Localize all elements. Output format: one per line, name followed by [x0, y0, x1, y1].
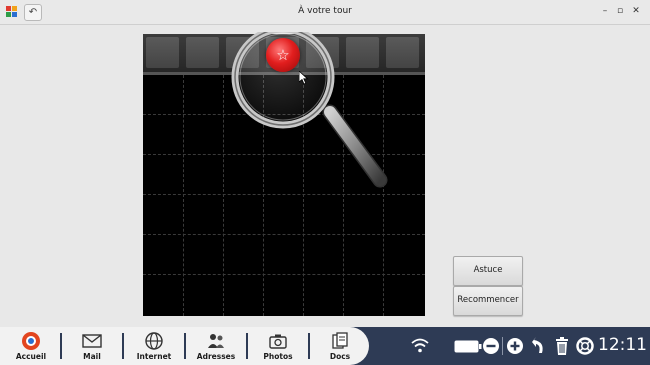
- dock-item-internet[interactable]: Internet: [130, 327, 178, 365]
- dock-label: Photos: [263, 352, 293, 361]
- dock-label: Accueil: [15, 352, 47, 361]
- dock-label: Adresses: [196, 352, 236, 361]
- dock-item-mail[interactable]: Mail: [68, 327, 116, 365]
- trash-icon[interactable]: [554, 336, 570, 356]
- wifi-icon[interactable]: [410, 338, 430, 354]
- dock-separator: [184, 333, 186, 359]
- tray-slot[interactable]: [146, 37, 179, 68]
- dock-separator: [308, 333, 310, 359]
- close-button[interactable]: ✕: [627, 0, 645, 24]
- dock-label: Internet: [136, 352, 172, 361]
- magnifier-icon: [231, 32, 388, 188]
- tray-separator: [502, 337, 503, 355]
- dock-label: Mail: [83, 352, 101, 361]
- dock-item-photos[interactable]: Photos: [254, 327, 302, 365]
- contacts-icon: [208, 334, 224, 348]
- dock-separator: [122, 333, 124, 359]
- restart-button[interactable]: Recommencer: [453, 286, 523, 316]
- documents-icon: [332, 332, 348, 349]
- cursor-icon: [299, 71, 309, 85]
- back-icon[interactable]: [531, 336, 547, 356]
- camera-icon: [269, 334, 287, 349]
- zoom-in-icon[interactable]: [506, 337, 524, 355]
- help-icon[interactable]: [576, 337, 594, 355]
- title-bar: ↶ À votre tour – ▫ ✕: [0, 0, 650, 25]
- grid-line: [223, 75, 224, 316]
- globe-icon: [145, 332, 163, 350]
- app-dock: Accueil Mail Internet Adresses Photos Do…: [0, 327, 369, 365]
- zoom-out-icon[interactable]: [482, 337, 500, 355]
- window-title: À votre tour: [298, 6, 352, 16]
- main-area: ☆ Astuce Recommencer: [0, 25, 650, 327]
- clock: 12:11: [598, 335, 647, 355]
- star-token[interactable]: ☆: [266, 38, 300, 72]
- battery-icon[interactable]: [454, 340, 482, 353]
- tray-slot[interactable]: [186, 37, 219, 68]
- home-icon: [22, 332, 40, 350]
- dock-item-docs[interactable]: Docs: [316, 327, 364, 365]
- mail-icon: [82, 334, 102, 348]
- dock-item-contacts[interactable]: Adresses: [192, 327, 240, 365]
- dock-separator: [60, 333, 62, 359]
- hint-button[interactable]: Astuce: [453, 256, 523, 286]
- dock-label: Docs: [329, 352, 351, 361]
- dock-separator: [246, 333, 248, 359]
- grid-line: [183, 75, 184, 316]
- taskbar: Accueil Mail Internet Adresses Photos Do…: [0, 327, 650, 365]
- dock-item-home[interactable]: Accueil: [8, 327, 54, 365]
